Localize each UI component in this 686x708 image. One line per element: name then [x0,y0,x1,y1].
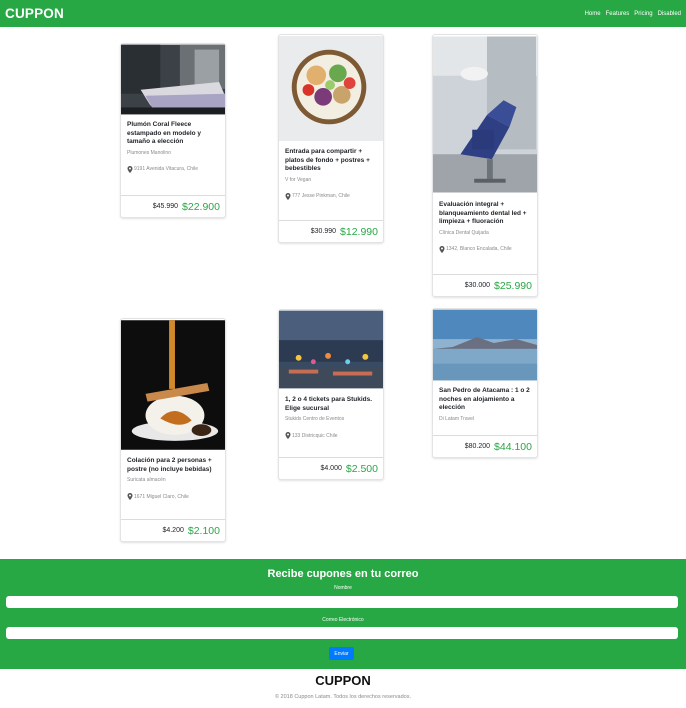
discount-price: $25.990 [494,279,532,292]
old-price: $30.000 [464,282,491,289]
card-title[interactable]: Evaluación integral + blanqueamiento den… [439,201,531,227]
card-price-footer: $4.200 $2.100 [121,519,225,541]
email-input[interactable] [6,627,678,639]
card-address: 777 Jesse Pinkman, Chile [285,193,377,200]
coupon-card[interactable]: Plumón Coral Fleece estampado en modelo … [120,43,226,218]
nav-link-disabled[interactable]: Disabled [658,11,681,17]
card-title[interactable]: 1, 2 o 4 tickets para Stukids. Elige suc… [285,396,377,413]
nav-link-home[interactable]: Home [585,11,601,17]
nav-link-features[interactable]: Features [606,11,630,17]
map-pin-icon [127,493,133,500]
discount-price: $2.500 [345,462,378,475]
old-price: $4.000 [320,465,342,472]
card-price-footer: $30.990 $12.990 [279,220,383,242]
card-price-footer: $80.200 $44.100 [433,435,537,457]
navbar: CUPPON Home Features Pricing Disabled [0,0,686,27]
card-address: 9191 Avenida Vitacura, Chile [127,166,219,173]
card-title[interactable]: San Pedro de Atacama : 1 o 2 noches en a… [439,387,531,413]
subscribe-heading: Recibe cupones en tu correo [267,568,419,580]
subscribe-section: Recibe cupones en tu correo Nombre Corre… [0,559,686,669]
card-price-footer: $30.000 $25.990 [433,274,537,296]
send-button[interactable]: Enviar [329,647,354,660]
map-pin-icon [127,166,133,173]
nav-link-pricing[interactable]: Pricing [634,11,652,17]
coupon-card[interactable]: Colación para 2 personas + postre (no in… [120,318,226,542]
map-pin-icon [285,193,291,200]
email-label: Correo Electrónico [322,617,364,623]
card-title[interactable]: Colación para 2 personas + postre (no in… [127,457,219,474]
card-price-footer: $4.000 $2.500 [279,457,383,479]
bedroom-photo [121,44,225,115]
discount-price: $44.100 [494,440,532,453]
card-seller: V for Vegan [285,176,312,183]
map-pin-icon [439,246,445,253]
old-price: $80.200 [464,443,491,450]
card-seller: Di Latam Travel [439,415,475,422]
coupon-card[interactable]: Entrada para compartir + platos de fondo… [278,34,384,243]
old-price: $45.990 [152,203,179,210]
salad-bowl-photo [279,36,383,141]
card-title[interactable]: Entrada para compartir + platos de fondo… [285,148,377,174]
coupon-card[interactable]: Evaluación integral + blanqueamiento den… [432,34,538,297]
footer-brand: CUPPON [315,673,371,688]
coupon-card[interactable]: San Pedro de Atacama : 1 o 2 noches en a… [432,308,538,458]
copyright-text: © 2018 Cuppon Latam. Todos los derechos … [274,694,412,700]
nav-links: Home Features Pricing Disabled [585,11,681,17]
card-price-footer: $45.990 $22.900 [121,195,225,217]
old-price: $4.200 [162,527,184,534]
dessert-photo [121,320,225,450]
coupon-card[interactable]: 1, 2 o 4 tickets para Stukids. Elige suc… [278,309,384,480]
name-label: Nombre [334,585,352,591]
dental-chair-photo [433,36,537,193]
discount-price: $22.900 [182,200,220,213]
card-seller: Suricata almacén [127,477,166,483]
brand-logo[interactable]: CUPPON [5,6,64,21]
card-seller: Stukids Centro de Eventos [285,416,345,422]
card-address: 1342, Blanco Encalada, Chile [439,246,531,253]
amusement-park-photo [279,310,383,389]
old-price: $30.990 [310,228,337,235]
card-title[interactable]: Plumón Coral Fleece estampado en modelo … [127,121,219,147]
discount-price: $12.990 [340,225,378,238]
name-input[interactable] [6,596,678,608]
discount-price: $2.100 [187,524,220,537]
map-pin-icon [285,432,291,439]
card-address: 1671 Miguel Claro, Chile [127,493,219,500]
card-seller: Clínica Dental Quijada [439,229,489,236]
card-seller: Plumones Manolino [127,149,171,156]
card-address: 133 Districquic Chile [285,432,377,439]
atacama-lagoon-photo [433,309,537,381]
